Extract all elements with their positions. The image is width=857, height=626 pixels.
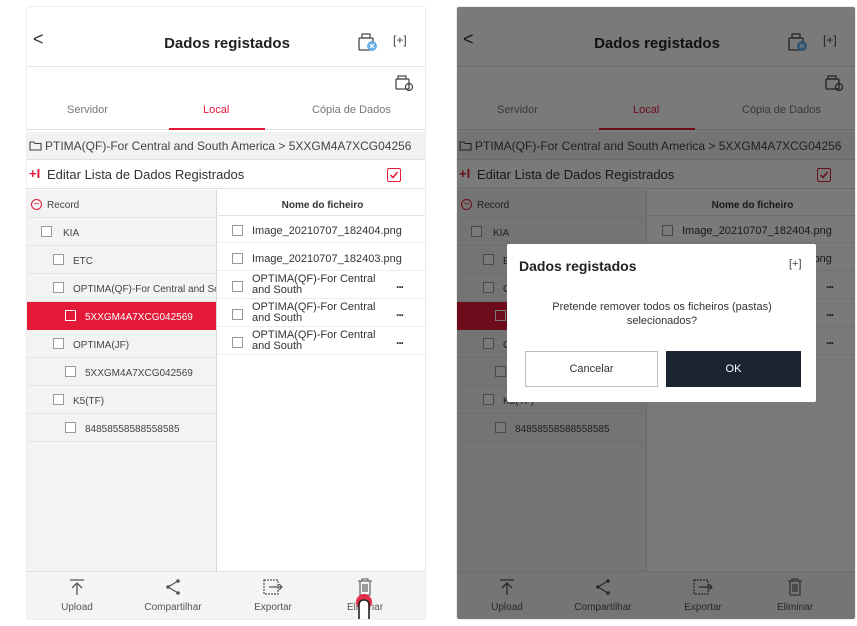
edit-list-label: Editar Lista de Dados Registrados xyxy=(47,167,245,182)
file-list-header: Nome do ficheiro xyxy=(218,190,425,216)
tree-item-kia[interactable]: KIA xyxy=(27,218,216,246)
tree-item-vin-selected[interactable]: 5XXGM4A7XCG042569 xyxy=(27,302,216,330)
tree-checkbox[interactable] xyxy=(65,310,76,321)
more-icon[interactable]: ... xyxy=(396,333,404,347)
file-name: OPTIMA(QF)-For Central and South xyxy=(252,301,376,324)
tree-checkbox[interactable] xyxy=(53,394,64,405)
file-name: Image_20210707_182403.png xyxy=(252,253,402,265)
tree-item-record[interactable]: − Record xyxy=(27,190,216,218)
dialog-title: Dados registados xyxy=(519,258,637,274)
more-icon[interactable]: ... xyxy=(396,305,404,319)
edit-bar: +I Editar Lista de Dados Registrados xyxy=(27,161,425,189)
tree-checkbox[interactable] xyxy=(65,422,76,433)
tree-item-label: KIA xyxy=(63,228,80,239)
tree-item-optima-jf[interactable]: OPTIMA(JF) xyxy=(27,330,216,358)
car-settings-icon[interactable] xyxy=(357,33,379,53)
expand-icon[interactable]: [+] xyxy=(789,258,802,270)
upload-label: Upload xyxy=(61,602,93,613)
upload-icon xyxy=(65,578,89,596)
tree-checkbox[interactable] xyxy=(65,366,76,377)
file-checkbox[interactable] xyxy=(232,281,243,292)
car-icon[interactable] xyxy=(394,73,414,93)
share-label: Compartilhar xyxy=(144,602,202,613)
tree-item-etc[interactable]: ETC xyxy=(27,246,216,274)
tree-item-label: OPTIMA(QF)-For Central and So xyxy=(73,284,217,295)
select-all-checkbox[interactable] xyxy=(387,168,401,182)
tree-item-label: 5XXGM4A7XCG042569 xyxy=(85,368,193,379)
file-checkbox[interactable] xyxy=(232,253,243,264)
tree-item-vin[interactable]: 5XXGM4A7XCG042569 xyxy=(27,358,216,386)
tree-item-k5-tf[interactable]: K5(TF) xyxy=(27,386,216,414)
tab-local[interactable]: Local xyxy=(203,104,229,116)
tree-checkbox[interactable] xyxy=(53,338,64,349)
tree-item-label: OPTIMA(JF) xyxy=(73,340,130,351)
tap-indicator-icon xyxy=(353,593,375,619)
file-checkbox[interactable] xyxy=(232,309,243,320)
tab-copia-de-dados[interactable]: Cópia de Dados xyxy=(312,104,391,116)
tree-item-label: ETC xyxy=(73,256,93,267)
tree-item-vin-2[interactable]: 84858558588558585 xyxy=(27,414,216,442)
file-item[interactable]: OPTIMA(QF)-For Central and South ... xyxy=(218,329,425,355)
confirm-dialog: Dados registados [+] Pretende remover to… xyxy=(507,244,816,402)
expand-icon[interactable]: [+] xyxy=(393,33,407,47)
tree-item-label: K5(TF) xyxy=(73,396,105,407)
tab-bar: Servidor Local Cópia de Dados xyxy=(27,102,425,130)
file-name: OPTIMA(QF)-For Central and South xyxy=(252,273,376,296)
file-item[interactable]: OPTIMA(QF)-For Central and South ... xyxy=(218,273,425,299)
dialog-message: Pretende remover todos os ficheiros (pas… xyxy=(552,301,772,327)
file-item[interactable]: Image_20210707_182403.png xyxy=(218,245,425,271)
tree-item-label: 84858558588558585 xyxy=(85,424,180,435)
file-name: OPTIMA(QF)-For Central and South xyxy=(252,329,376,352)
export-label: Exportar xyxy=(254,602,292,613)
tab-servidor[interactable]: Servidor xyxy=(67,104,108,116)
tree-checkbox[interactable] xyxy=(41,226,52,237)
breadcrumb: PTIMA(QF)-For Central and South America … xyxy=(27,132,425,160)
tree-checkbox[interactable] xyxy=(53,254,64,265)
active-tab-indicator xyxy=(169,128,265,130)
breadcrumb-text: PTIMA(QF)-For Central and South America … xyxy=(45,139,412,153)
tree-item-optima-qf[interactable]: OPTIMA(QF)-For Central and So xyxy=(27,274,217,302)
collapse-icon[interactable]: − xyxy=(31,199,42,210)
ok-button[interactable]: OK xyxy=(666,351,801,387)
app-header: < Dados registados [+] xyxy=(27,7,425,67)
folder-tree: − Record KIA ETC OPTIMA(QF)-For Central … xyxy=(27,190,217,571)
share-icon xyxy=(161,578,185,596)
file-item[interactable]: Image_20210707_182404.png xyxy=(218,217,425,243)
file-item[interactable]: OPTIMA(QF)-For Central and South ... xyxy=(218,301,425,327)
tree-item-label: 5XXGM4A7XCG042569 xyxy=(85,312,193,323)
cancel-button[interactable]: Cancelar xyxy=(525,351,658,387)
file-checkbox[interactable] xyxy=(232,337,243,348)
tree-item-label: Record xyxy=(47,200,80,211)
file-list: Nome do ficheiro Image_20210707_182404.p… xyxy=(218,190,425,571)
share-button[interactable]: Compartilhar xyxy=(133,572,213,619)
export-icon xyxy=(261,578,285,596)
export-button[interactable]: Exportar xyxy=(233,572,313,619)
file-name: Image_20210707_182404.png xyxy=(252,225,402,237)
file-checkbox[interactable] xyxy=(232,225,243,236)
upload-button[interactable]: Upload xyxy=(37,572,117,619)
screen-left: < Dados registados [+] Servidor Local Có… xyxy=(26,6,426,620)
edit-list-icon[interactable]: +I xyxy=(29,166,40,181)
tree-checkbox[interactable] xyxy=(53,282,64,293)
more-icon[interactable]: ... xyxy=(396,277,404,291)
folder-icon xyxy=(29,140,42,151)
screen-right: < Dados registados [+] Servidor Local Có… xyxy=(456,6,856,620)
